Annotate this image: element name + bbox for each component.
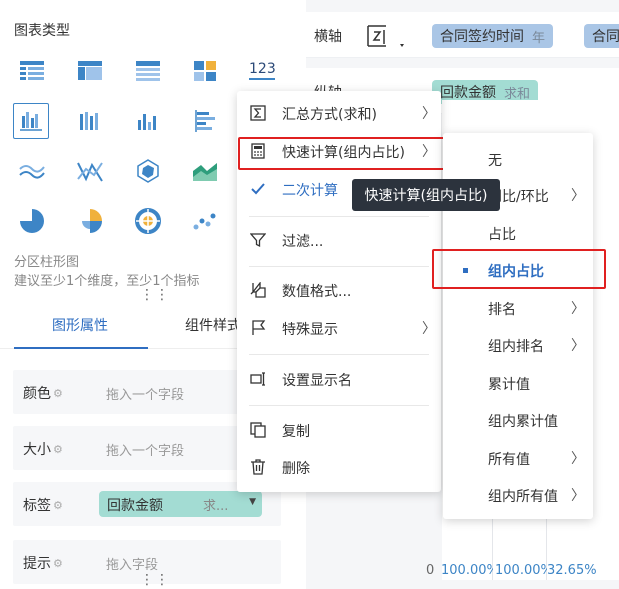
submenu-item-group-cumulative[interactable]: 组内累计值 [443, 402, 593, 438]
field-aggregation: 求... [203, 499, 229, 514]
axis-sort-icon[interactable] [364, 22, 404, 56]
color-label: 颜色 [23, 386, 51, 402]
submenu-item-none[interactable]: 无 [443, 141, 593, 177]
panel-resize-handle[interactable]: ⋮⋮ [140, 573, 170, 587]
field-name: 合同 [592, 29, 619, 45]
x-axis-row: 横轴 合同签约时间 年 合同 [306, 12, 619, 58]
gear-icon[interactable]: ⚙ [53, 387, 63, 400]
chevron-right-icon: 〉 [422, 106, 436, 122]
number-chart-icon[interactable]: 123 [244, 53, 280, 89]
filter-icon [249, 231, 267, 249]
data-label: 100.00% [495, 563, 547, 578]
line-chart-icon[interactable] [72, 153, 108, 189]
field-name: 回款金额 [107, 498, 163, 514]
menu-item-aggregation[interactable]: 汇总方式(求和) 〉 [237, 96, 441, 130]
highlight-group-proportion [432, 249, 606, 289]
radar-chart-icon[interactable] [130, 153, 166, 189]
field-name: 合同签约时间 [440, 29, 524, 45]
sunburst-chart-icon[interactable] [130, 203, 166, 239]
label-field-pill[interactable]: 回款金额 求... ▼ [99, 491, 262, 517]
chevron-right-icon: 〉 [571, 301, 585, 317]
bar-chart-icon[interactable] [130, 103, 166, 139]
field-aggregation: 求和 [504, 86, 531, 102]
trash-icon [249, 458, 267, 476]
gear-icon[interactable]: ⚙ [53, 443, 63, 456]
horizontal-bar-chart-icon[interactable] [187, 103, 223, 139]
table-chart-icon[interactable] [14, 53, 50, 89]
quick-calc-tooltip: 快速计算(组内占比) [352, 179, 500, 211]
check-icon [249, 180, 267, 198]
x-axis-label: 横轴 [314, 29, 342, 45]
tooltip-label: 提示 [23, 556, 51, 572]
copy-icon [249, 421, 267, 439]
chart-type-name: 分区柱形图 [14, 255, 80, 270]
x-field-pill-0[interactable]: 合同签约时间 年 [432, 24, 554, 48]
submenu-item-rank[interactable]: 排名〉 [443, 290, 593, 326]
gear-icon[interactable]: ⚙ [53, 499, 63, 512]
caret-down-icon[interactable]: ▼ [249, 497, 256, 507]
submenu-item-cumulative[interactable]: 累计值 [443, 365, 593, 401]
chevron-right-icon: 〉 [422, 321, 436, 337]
menu-item-copy[interactable]: 复制 [237, 413, 441, 447]
svg-text:123: 123 [249, 61, 276, 77]
submenu-item-proportion[interactable]: 占比 [443, 215, 593, 251]
chart-type-title: 图表类型 [14, 23, 70, 39]
panel-resize-handle[interactable]: ⋮⋮ [140, 288, 170, 302]
menu-item-rename[interactable]: 设置显示名 [237, 362, 441, 396]
menu-divider [249, 405, 429, 406]
data-label: 32.65% [547, 563, 597, 578]
tooltip-drop-zone[interactable]: 拖入字段 [106, 554, 158, 573]
gear-icon[interactable]: ⚙ [53, 557, 63, 570]
rename-icon [249, 370, 267, 388]
tab-component-style[interactable]: 组件样式 [185, 315, 241, 335]
menu-divider [249, 216, 429, 217]
chevron-right-icon: 〉 [571, 338, 585, 354]
area-chart-icon[interactable] [187, 153, 223, 189]
submenu-item-group-all-values[interactable]: 组内所有值〉 [443, 477, 593, 513]
size-drop-zone[interactable]: 拖入一个字段 [106, 440, 184, 459]
size-label: 大小 [23, 442, 51, 458]
field-name: 回款金额 [440, 85, 496, 101]
rose-chart-icon[interactable] [72, 203, 108, 239]
chevron-right-icon: 〉 [571, 451, 585, 467]
axis-zero-label: 0 [426, 563, 435, 578]
data-label: 100.00% [441, 563, 493, 578]
stacked-bar-chart-icon[interactable] [72, 103, 108, 139]
sigma-icon [249, 104, 267, 122]
detail-table-icon[interactable] [130, 53, 166, 89]
chevron-right-icon: 〉 [571, 488, 585, 504]
area-line-chart-icon[interactable] [14, 153, 50, 189]
chevron-right-icon: 〉 [571, 188, 585, 204]
chart-type-hint: 建议至少1个维度，至少1个指标 [14, 274, 200, 289]
field-granularity: 年 [532, 30, 546, 46]
color-drop-zone[interactable]: 拖入一个字段 [106, 384, 184, 403]
menu-item-filter[interactable]: 过滤... [237, 223, 441, 257]
flag-icon [249, 319, 267, 337]
pie-chart-icon[interactable] [14, 203, 50, 239]
partition-bar-chart-icon[interactable] [13, 103, 49, 139]
number-format-icon [249, 281, 267, 299]
active-tab-indicator [14, 347, 148, 349]
menu-divider [249, 266, 429, 267]
cross-table-icon[interactable] [72, 53, 108, 89]
kpi-card-icon[interactable] [187, 53, 223, 89]
submenu-item-group-rank[interactable]: 组内排名〉 [443, 327, 593, 363]
menu-item-special-display[interactable]: 特殊显示 〉 [237, 311, 441, 345]
menu-divider [249, 354, 429, 355]
label-label: 标签 [23, 498, 51, 514]
menu-item-delete[interactable]: 删除 [237, 450, 441, 484]
x-field-pill-1[interactable]: 合同 [584, 24, 619, 48]
tab-graphic-properties[interactable]: 图形属性 [52, 315, 108, 335]
scatter-chart-icon[interactable] [187, 203, 223, 239]
menu-item-number-format[interactable]: 数值格式... [237, 273, 441, 307]
submenu-item-all-values[interactable]: 所有值〉 [443, 440, 593, 476]
